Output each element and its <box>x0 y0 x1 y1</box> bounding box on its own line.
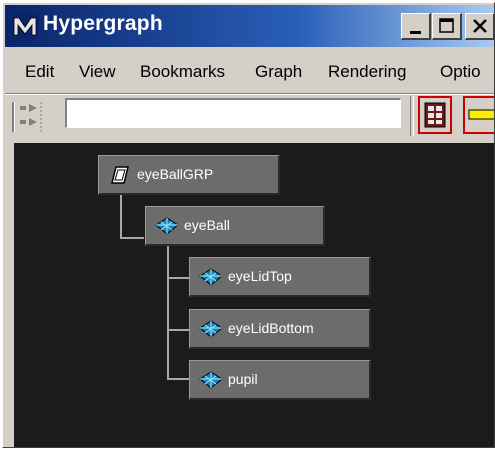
close-icon <box>473 19 487 33</box>
connector-line <box>120 195 122 239</box>
node-eyeballgrp[interactable]: eyeBallGRP <box>98 155 280 195</box>
menu-bar: Edit View Bookmarks Graph Rendering Opti… <box>5 53 494 94</box>
node-label: pupil <box>228 371 258 387</box>
graph-view-button[interactable] <box>418 96 452 134</box>
minimize-button[interactable] <box>401 13 431 40</box>
yellow-bar-icon <box>468 109 494 120</box>
menu-view[interactable]: View <box>79 62 116 82</box>
menu-graph[interactable]: Graph <box>255 62 302 82</box>
transform-icon <box>111 166 129 184</box>
nurbs-surface-icon <box>199 268 223 286</box>
connector-line <box>120 237 144 239</box>
nurbs-surface-icon <box>199 371 223 389</box>
close-button[interactable] <box>465 13 494 40</box>
node-eyelidtop[interactable]: eyeLidTop <box>189 257 371 297</box>
connector-line <box>167 378 189 380</box>
node-label: eyeLidBottom <box>228 320 314 336</box>
menu-edit[interactable]: Edit <box>25 62 54 82</box>
connector-line <box>167 246 169 380</box>
menu-options[interactable]: Optio <box>440 62 481 82</box>
hypergraph-canvas[interactable]: eyeBallGRP eyeBall eyeLidTop eyeLidBotto… <box>14 143 494 447</box>
node-pupil[interactable]: pupil <box>189 360 371 400</box>
menu-bookmarks[interactable]: Bookmarks <box>140 62 225 82</box>
node-label: eyeLidTop <box>228 268 292 284</box>
highlight-button[interactable] <box>463 96 494 134</box>
maximize-button[interactable] <box>432 13 462 40</box>
toolbar-separator <box>410 96 414 136</box>
nurbs-surface-icon <box>199 320 223 338</box>
toolbar <box>5 96 494 138</box>
maximize-icon <box>439 18 454 33</box>
title-bar[interactable]: Hypergraph <box>5 5 494 47</box>
hierarchy-grid-icon <box>424 102 446 128</box>
maya-logo-icon <box>11 13 39 39</box>
hypergraph-window: Hypergraph Edit View Bookmarks Graph Ren… <box>2 2 495 448</box>
node-eyelidbottom[interactable]: eyeLidBottom <box>189 309 371 349</box>
node-label: eyeBallGRP <box>137 166 214 182</box>
connector-line <box>167 277 189 279</box>
search-input[interactable] <box>65 98 401 128</box>
window-title: Hypergraph <box>43 12 163 35</box>
toolbar-grip-icon[interactable] <box>11 100 51 134</box>
connector-line <box>167 329 189 331</box>
minimize-icon <box>410 31 421 34</box>
nurbs-surface-icon <box>155 217 179 235</box>
node-label: eyeBall <box>184 217 230 233</box>
node-eyeball[interactable]: eyeBall <box>145 206 325 246</box>
menu-rendering[interactable]: Rendering <box>328 62 406 82</box>
